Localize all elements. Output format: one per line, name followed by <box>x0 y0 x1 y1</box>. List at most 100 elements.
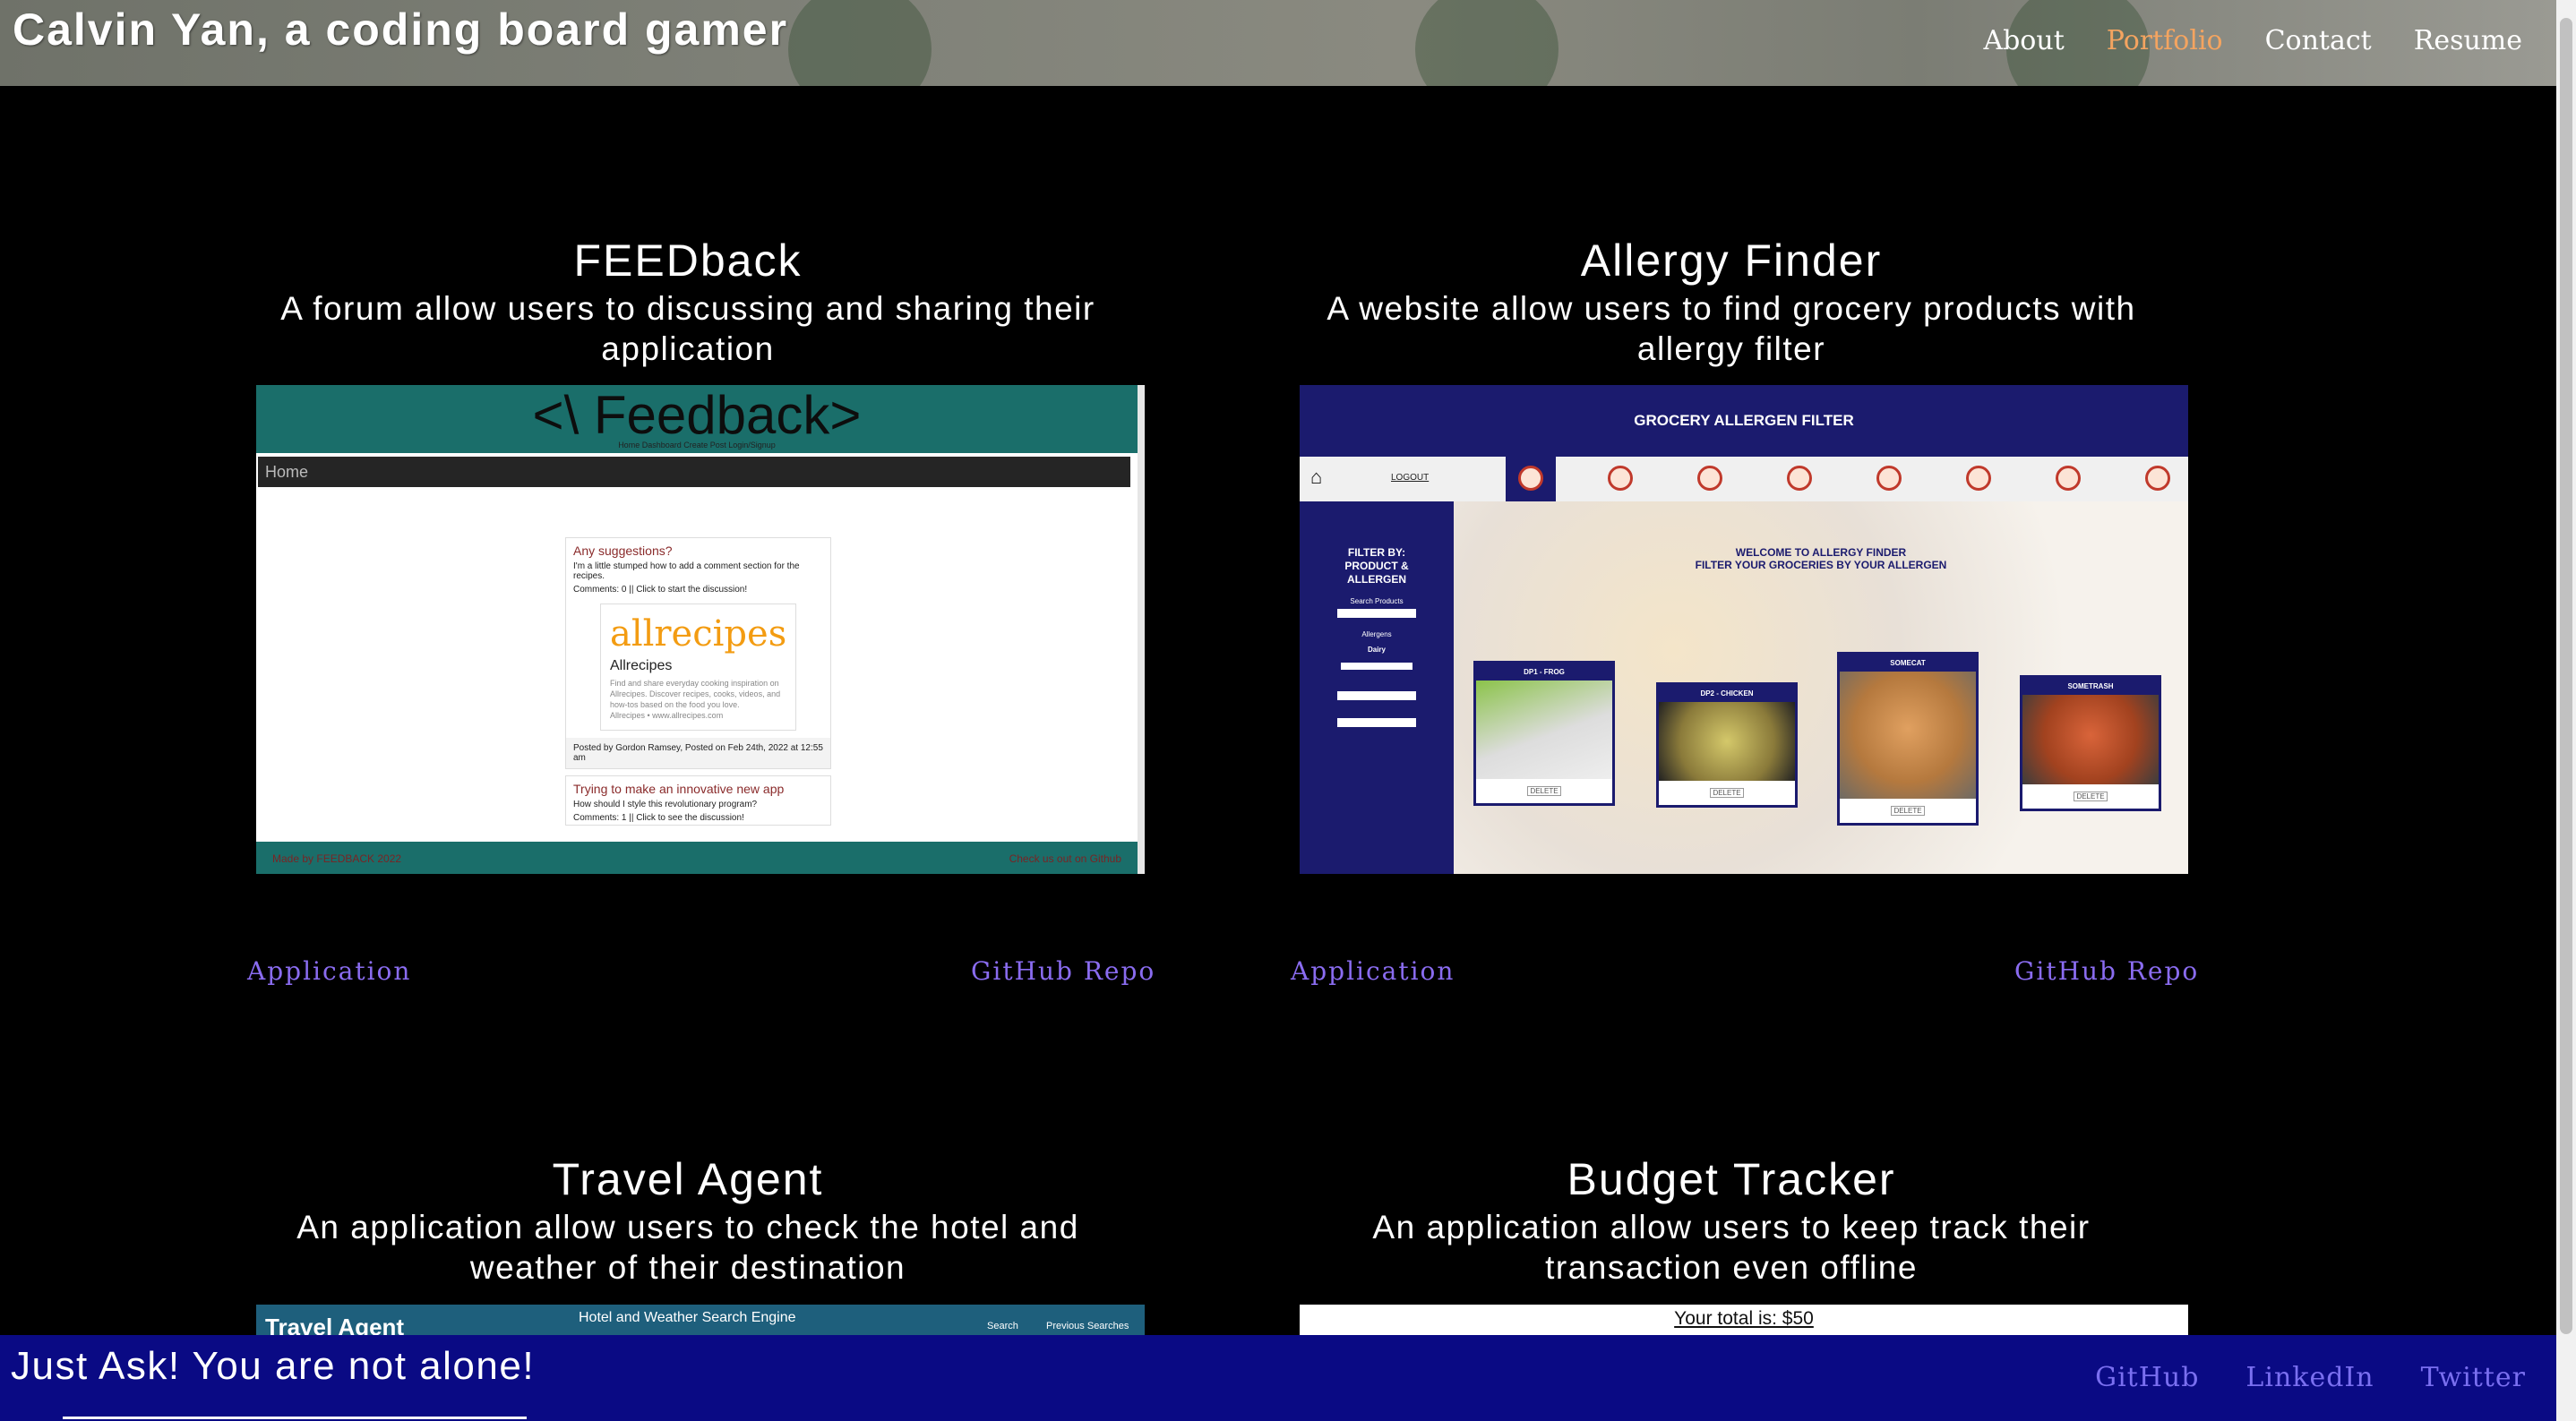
header-background-decoration <box>1415 0 1558 86</box>
dairy-label: Dairy <box>1367 646 1386 654</box>
project-title: FEEDback <box>573 235 803 286</box>
filter-field <box>1337 691 1416 700</box>
github-repo-link[interactable]: GitHub Repo <box>2014 956 2199 986</box>
product-name: DP1 - FROG <box>1476 663 1612 681</box>
application-link[interactable]: Application <box>1291 956 1455 986</box>
screenshot-heading: Hotel and Weather Search Engine <box>579 1310 796 1325</box>
project-description: A website allow users to find grocery pr… <box>1327 290 2136 367</box>
project-description: A forum allow users to discussing and sh… <box>280 290 1095 367</box>
project-description: An application allow users to check the … <box>296 1209 1079 1286</box>
home-icon: ⌂ <box>1310 466 1323 488</box>
github-repo-link[interactable]: GitHub Repo <box>971 956 1155 986</box>
screenshot-brand: Travel Agent <box>265 1314 405 1335</box>
welcome-text: WELCOME TO ALLERGY FINDER FILTER YOUR GR… <box>1454 546 2188 571</box>
post-meta: Posted by Gordon Ramsey, Posted on Feb 2… <box>566 738 830 768</box>
project-description: An application allow users to keep track… <box>1372 1209 2091 1286</box>
product-name: SOMECAT <box>1840 655 1976 672</box>
allergen-icon <box>1787 466 1812 491</box>
nav-resume[interactable]: Resume <box>2414 25 2522 56</box>
screenshot-footer: Made by FEEDBACK 2022 Check us out on Gi… <box>256 842 1138 874</box>
product-image <box>1840 672 1976 799</box>
post-title: Any suggestions? <box>573 544 673 558</box>
embed-name: Allrecipes <box>610 658 673 673</box>
nav-about[interactable]: About <box>1983 25 2064 56</box>
product-name: SOMETRASH <box>2022 678 2159 695</box>
social-links: GitHub LinkedIn Twitter <box>2095 1362 2526 1393</box>
screenshot-banner: GROCERY ALLERGEN FILTER <box>1300 385 2188 457</box>
delete-button: DELETE <box>1710 788 1744 798</box>
link-embed: allrecipes Allrecipes Find and share eve… <box>600 603 796 731</box>
delete-button: DELETE <box>2074 792 2108 801</box>
project-card-budget-tracker: Budget Tracker An application allow user… <box>1284 1153 2179 1288</box>
project-screenshot-feedback[interactable]: <\ Feedback> Home Dashboard Create Post … <box>256 385 1145 874</box>
embed-text: Find and share everyday cooking inspirat… <box>610 679 781 709</box>
welcome-line: FILTER YOUR GROCERIES BY YOUR ALLERGEN <box>1695 559 1947 571</box>
product-name: DP2 - CHICKEN <box>1659 685 1795 702</box>
filter-heading: FILTER BY: PRODUCT & ALLERGEN <box>1344 546 1409 586</box>
screenshot-nav: Home Dashboard Create Post Login/Signup <box>618 441 776 449</box>
embed-brand: allrecipes <box>610 613 787 655</box>
search-products-label: Search Products <box>1350 597 1404 605</box>
screenshot-previous: Previous Searches <box>1046 1321 1129 1331</box>
project-card-allergy-finder: Allergy Finder A website allow users to … <box>1284 235 2179 369</box>
project-screenshot-allergy-finder[interactable]: GROCERY ALLERGEN FILTER ⌂ LOGOUT FILTER … <box>1300 385 2188 874</box>
main-nav: About Portfolio Contact Resume <box>1983 25 2522 56</box>
site-title: Calvin Yan, a coding board gamer <box>13 4 789 55</box>
post-comments: Comments: 0 || Click to start the discus… <box>573 585 748 595</box>
embed-url: Allrecipes • www.allrecipes.com <box>610 711 724 720</box>
nav-contact[interactable]: Contact <box>2265 25 2372 56</box>
product-card: DP2 - CHICKEN DELETE <box>1656 682 1798 808</box>
allergen-icon <box>1697 466 1722 491</box>
product-card: DP1 - FROG DELETE <box>1473 661 1615 806</box>
search-field <box>1337 609 1416 618</box>
post-body: How should I style this revolutionary pr… <box>573 800 758 809</box>
page-scrollbar[interactable] <box>2556 0 2576 1421</box>
allergens-label: Allergens <box>1361 630 1392 638</box>
welcome-line: WELCOME TO ALLERGY FINDER <box>1735 546 1907 559</box>
post-comments: Comments: 1 || Click to see the discussi… <box>573 813 744 823</box>
delete-button: DELETE <box>1891 806 1925 816</box>
project-screenshot-budget-tracker[interactable]: Your total is: $50 <box>1300 1305 2188 1335</box>
allergen-icon <box>2145 466 2170 491</box>
twitter-link[interactable]: Twitter <box>2421 1362 2526 1393</box>
screenshot-header: <\ Feedback> Home Dashboard Create Post … <box>256 385 1138 453</box>
allergen-icon <box>1966 466 1991 491</box>
footer-slogan: Just Ask! You are not alone! <box>11 1344 536 1388</box>
allergen-icon <box>1518 466 1543 491</box>
product-image <box>1659 702 1795 781</box>
site-header: Calvin Yan, a coding board gamer About P… <box>0 0 2556 86</box>
scrollbar-thumb[interactable] <box>2560 18 2572 1334</box>
post-title: Trying to make an innovative new app <box>573 782 785 796</box>
post-body: I'm a little stumped how to add a commen… <box>573 561 800 581</box>
project-title: Travel Agent <box>552 1154 824 1204</box>
product-card: SOMETRASH DELETE <box>2020 675 2161 811</box>
product-card: SOMECAT DELETE <box>1837 652 1979 826</box>
footer-right-text: Check us out on Github <box>1009 852 1121 865</box>
linkedin-link[interactable]: LinkedIn <box>2245 1362 2374 1393</box>
allergen-icon <box>2056 466 2081 491</box>
screenshot-post: Trying to make an innovative new app How… <box>565 775 831 826</box>
screenshot-search: Search <box>987 1321 1018 1331</box>
application-link[interactable]: Application <box>247 956 411 986</box>
allergen-icon-bar: ⌂ LOGOUT <box>1300 457 2188 501</box>
budget-total: Your total is: $50 <box>1674 1308 1814 1329</box>
product-image <box>2022 695 2159 784</box>
github-link[interactable]: GitHub <box>2095 1362 2199 1393</box>
screenshot-logo: <\ Feedback> <box>532 385 862 445</box>
allergen-icon <box>1876 466 1902 491</box>
project-card-feedback: FEEDback A forum allow users to discussi… <box>240 235 1136 369</box>
screenshot-bar: Home <box>258 457 1130 487</box>
delete-button: DELETE <box>1527 786 1561 796</box>
footer-left-text: Made by FEEDBACK 2022 <box>272 852 402 865</box>
nav-portfolio[interactable]: Portfolio <box>2107 25 2223 56</box>
product-area: WELCOME TO ALLERGY FINDER FILTER YOUR GR… <box>1454 501 2188 874</box>
site-footer: Just Ask! You are not alone! GitHub Link… <box>0 1335 2556 1421</box>
header-background-decoration <box>788 0 932 86</box>
allergen-icon <box>1608 466 1633 491</box>
product-image <box>1476 681 1612 779</box>
project-card-travel-agent: Travel Agent An application allow users … <box>240 1153 1136 1288</box>
screenshot-post: Any suggestions? I'm a little stumped ho… <box>565 537 831 769</box>
project-title: Budget Tracker <box>1567 1154 1896 1204</box>
project-screenshot-travel-agent[interactable]: Travel Agent Hotel and Weather Search En… <box>256 1305 1145 1335</box>
footer-divider <box>63 1417 527 1419</box>
